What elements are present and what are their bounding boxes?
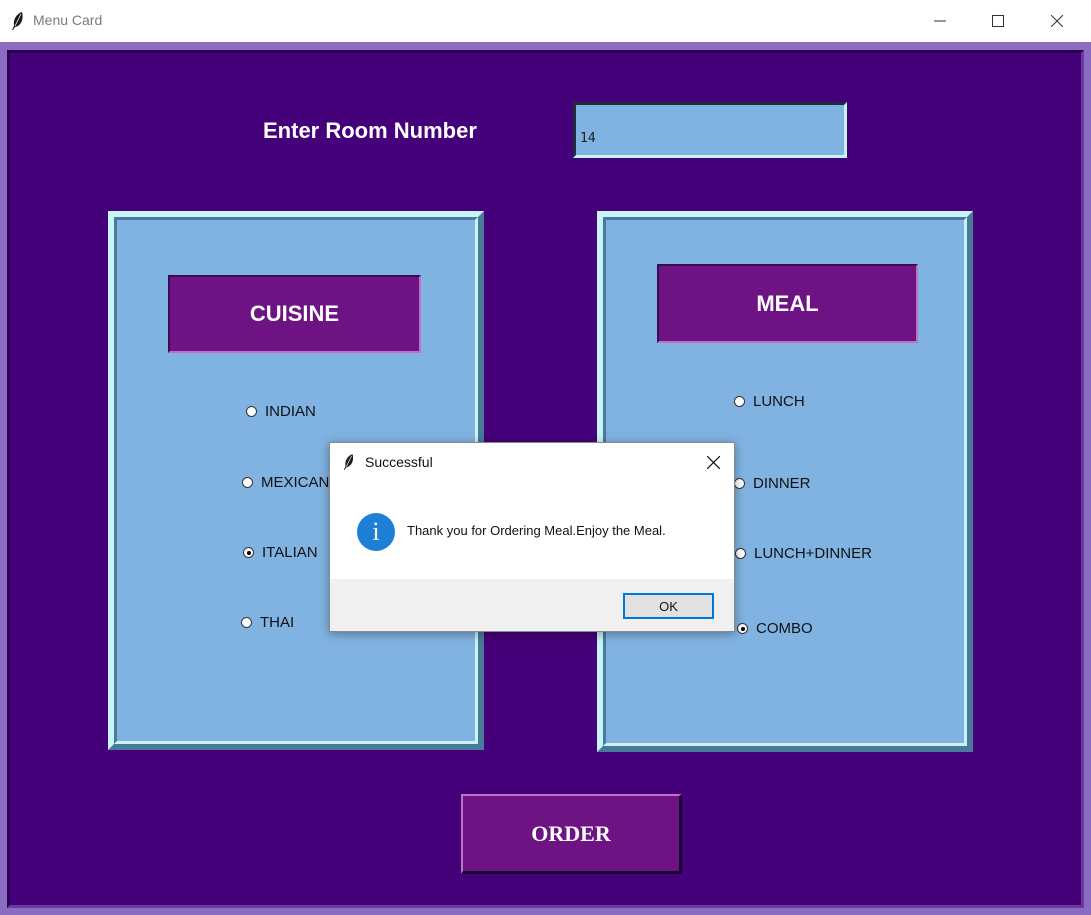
cuisine-option-thai[interactable]: THAI bbox=[241, 614, 294, 631]
close-button[interactable] bbox=[1028, 0, 1086, 42]
maximize-button[interactable] bbox=[969, 0, 1027, 42]
dialog-title: Successful bbox=[365, 454, 433, 470]
close-icon bbox=[706, 455, 720, 469]
order-button[interactable]: ORDER bbox=[461, 794, 682, 874]
cuisine-option-label: THAI bbox=[260, 614, 295, 631]
dialog-title-bar: Successful bbox=[330, 443, 734, 479]
meal-option-label: LUNCH bbox=[753, 393, 805, 410]
feather-icon bbox=[343, 454, 354, 470]
radio-indicator[interactable] bbox=[246, 406, 257, 417]
cuisine-option-indian[interactable]: INDIAN bbox=[246, 403, 316, 420]
meal-option-lunch-dinner[interactable]: LUNCH+DINNER bbox=[735, 545, 872, 562]
cuisine-option-italian[interactable]: ITALIAN bbox=[243, 544, 318, 561]
radio-indicator[interactable] bbox=[734, 396, 745, 407]
meal-option-lunch[interactable]: LUNCH bbox=[734, 393, 805, 410]
cuisine-option-label: INDIAN bbox=[265, 403, 316, 420]
cuisine-option-label: MEXICAN bbox=[261, 474, 330, 491]
radio-indicator-selected[interactable] bbox=[737, 623, 748, 634]
window-title: Menu Card bbox=[33, 12, 103, 28]
meal-heading-button[interactable]: MEAL bbox=[657, 264, 918, 343]
minimize-icon bbox=[934, 20, 946, 22]
room-number-label: Enter Room Number bbox=[263, 118, 477, 143]
room-number-input[interactable] bbox=[573, 102, 847, 158]
feather-icon bbox=[12, 12, 23, 30]
cuisine-option-mexican[interactable]: MEXICAN bbox=[242, 474, 329, 491]
dialog-message: Thank you for Ordering Meal.Enjoy the Me… bbox=[407, 523, 666, 538]
radio-indicator[interactable] bbox=[242, 477, 253, 488]
dialog-close-button[interactable] bbox=[700, 451, 726, 473]
radio-indicator[interactable] bbox=[734, 478, 745, 489]
radio-indicator[interactable] bbox=[241, 617, 252, 628]
meal-option-label: LUNCH+DINNER bbox=[754, 545, 872, 562]
maximize-icon bbox=[992, 15, 1004, 27]
info-icon: i bbox=[357, 513, 395, 551]
cuisine-option-label: ITALIAN bbox=[262, 544, 318, 561]
radio-indicator[interactable] bbox=[735, 548, 746, 559]
meal-option-combo[interactable]: COMBO bbox=[737, 620, 813, 637]
dialog-footer: OK bbox=[330, 579, 734, 631]
meal-option-label: COMBO bbox=[756, 620, 813, 637]
success-dialog: Successful i Thank you for Ordering Meal… bbox=[329, 442, 735, 632]
cuisine-heading-button[interactable]: CUISINE bbox=[168, 275, 421, 353]
ok-button[interactable]: OK bbox=[623, 593, 714, 619]
close-icon bbox=[1051, 15, 1063, 27]
window-title-bar: Menu Card bbox=[0, 0, 1091, 42]
meal-option-label: DINNER bbox=[753, 475, 811, 492]
minimize-button[interactable] bbox=[911, 0, 969, 42]
meal-option-dinner[interactable]: DINNER bbox=[734, 475, 811, 492]
radio-indicator-selected[interactable] bbox=[243, 547, 254, 558]
